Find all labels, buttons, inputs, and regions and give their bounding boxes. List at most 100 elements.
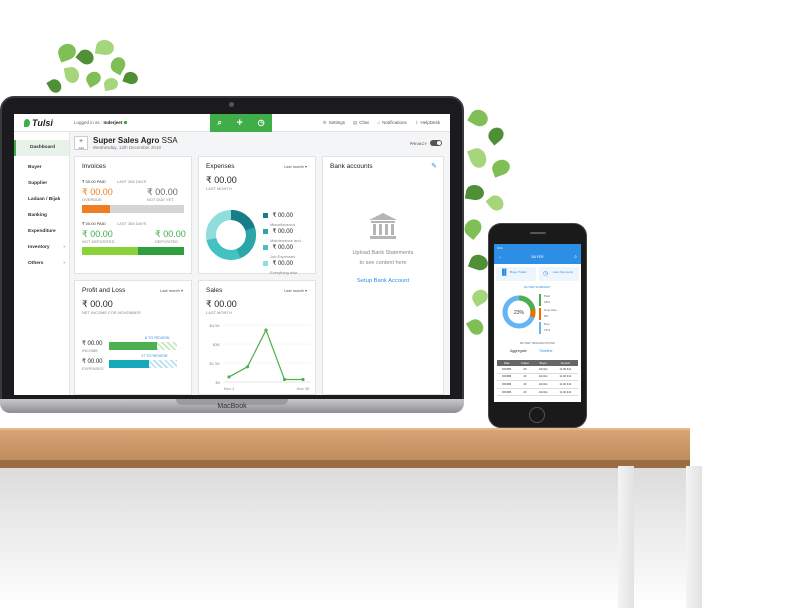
legend-label: Everything else xyxy=(270,270,298,275)
chat-link[interactable]: ▤ Chat xyxy=(353,120,369,126)
notdeposited-bar[interactable] xyxy=(82,247,138,255)
legend-swatch xyxy=(263,245,268,250)
sales-period-select[interactable]: Last month ▾ xyxy=(284,288,307,293)
desk-top xyxy=(0,428,690,462)
expenses-label-pl: EXPENSES xyxy=(82,366,104,371)
phone-screen: 9:41 ← BUYER ⌕ ▐▌ Buyer Totals ◷ Late Pa… xyxy=(494,244,581,402)
sidebar-item-label: Others xyxy=(28,261,44,266)
search-icon[interactable]: ⌕ xyxy=(217,119,221,127)
table-cell: DD/MM xyxy=(497,366,517,374)
sidebar-item-ladaan-bijak[interactable]: Ladaan / Bijak xyxy=(14,192,69,208)
profit-loss-period-select[interactable]: Last month ▾ xyxy=(160,288,183,293)
tab-timeline[interactable]: Timeline xyxy=(539,349,552,353)
sidebar-item-supplier[interactable]: Supplier xyxy=(14,176,69,192)
phone-status-time: 9:41 xyxy=(497,246,503,250)
sales-data-point[interactable] xyxy=(245,365,250,369)
buyer-summary-donut[interactable]: 23% xyxy=(501,294,537,330)
table-cell: 20 xyxy=(516,388,534,397)
table-cell: 20 xyxy=(516,380,534,389)
sales-data-point[interactable] xyxy=(264,328,268,332)
legend-label: Paid xyxy=(544,294,551,298)
sidebar-item-inventory[interactable]: Inventory › xyxy=(14,240,69,256)
phone-home-button[interactable] xyxy=(529,407,545,423)
table-cell: JohnSn xyxy=(533,380,553,389)
buyer-totals-tile[interactable]: ▐▌ Buyer Totals xyxy=(496,267,536,281)
sales-data-point[interactable] xyxy=(282,377,287,382)
clock-icon[interactable]: ◷ xyxy=(258,119,265,127)
sidebar-item-banking[interactable]: Banking xyxy=(14,208,69,224)
search-icon[interactable]: ⌕ xyxy=(574,254,577,260)
desk-edge xyxy=(0,460,690,468)
sales-data-point[interactable] xyxy=(227,375,231,379)
helpdesk-link[interactable]: ⇪ HelpDesk xyxy=(415,120,440,126)
table-row[interactable]: DD/MM 20 JohnSn 11,00,341 xyxy=(497,388,578,397)
sales-data-point[interactable] xyxy=(301,377,305,382)
expenses-card: Expenses Last month ▾ ₹ 00.00 LAST MONTH… xyxy=(198,156,316,275)
income-review-link[interactable]: 8 TO REVIEW xyxy=(145,336,169,340)
table-cell: JohnSn xyxy=(533,388,553,397)
buyer-summary-label: BUYER SUMMARY xyxy=(524,285,551,289)
sales-series-line xyxy=(228,328,303,381)
transactions-table: Date Crates Buyer Amount DD/MM 20 JohnSn… xyxy=(497,360,578,397)
sidebar: Dashboard Buyer Supplier Ladaan / Bijak … xyxy=(14,132,70,395)
late-payments-tile[interactable]: ◷ Late Payments xyxy=(539,267,579,281)
setup-bank-account-link[interactable]: Setup Bank Account xyxy=(323,278,443,284)
table-cell: 11,00,341 xyxy=(552,366,578,374)
bank-building-icon xyxy=(369,213,397,239)
y-tick-label: $1.5K xyxy=(210,361,221,366)
table-row[interactable]: DD/MM 20 JohnSn 11,00,341 xyxy=(497,373,578,382)
notdue-bar[interactable] xyxy=(110,205,184,213)
expenses-review-bar[interactable] xyxy=(149,360,177,368)
user-name: Inderjeet xyxy=(103,120,123,125)
chat-icon: ▤ xyxy=(353,120,358,125)
app-logo[interactable]: Tulsi xyxy=(24,118,53,128)
period-select-label: Last month xyxy=(284,164,304,169)
expenses-review-link[interactable]: 17 TO REVIEW xyxy=(141,354,167,358)
table-row[interactable]: DD/MM 20 JohnSn 11,00,341 xyxy=(497,380,578,389)
bank-message-line2: to see content here xyxy=(359,260,407,266)
laptop-screen: Tulsi Logged in as : Inderjeet ⌕ + ◷ ⚙ Se… xyxy=(14,114,450,395)
expenses-donut-chart[interactable] xyxy=(205,209,257,261)
net-income-amount: ₹ 00.00 xyxy=(82,299,113,309)
x-tick-label: Nov 1 xyxy=(224,386,235,391)
sales-line-chart[interactable]: $4.5K $3K $1.5K $0 Nov 1 Nov 30 xyxy=(199,321,317,393)
app-header: Tulsi Logged in as : Inderjeet ⌕ + ◷ ⚙ Se… xyxy=(14,114,450,132)
invoices-card: Invoices ₹ 00.00 PAID LAST 365 DAYS ₹ 00… xyxy=(74,156,192,274)
sidebar-item-expenditure[interactable]: Expenditure xyxy=(14,224,69,240)
expenses-period-select[interactable]: Last month ▾ xyxy=(284,164,307,169)
income-bar[interactable] xyxy=(109,342,157,350)
privacy-toggle[interactable]: PRIVACY xyxy=(410,140,442,146)
caret-down-icon: ▾ xyxy=(304,288,307,293)
sidebar-item-label: Supplier xyxy=(28,181,48,186)
table-cell: 11,00,341 xyxy=(552,388,578,397)
company-name-text: Super Sales Agro xyxy=(93,136,160,145)
edit-pencil-icon[interactable]: ✎ xyxy=(431,162,437,170)
overdue-bar[interactable] xyxy=(82,205,110,213)
plus-icon[interactable]: + xyxy=(237,117,243,129)
y-tick-label: $0 xyxy=(216,380,221,385)
deposited-bar[interactable] xyxy=(138,247,184,255)
sidebar-item-buyer[interactable]: Buyer xyxy=(14,160,69,176)
add-button[interactable]: + Add xyxy=(74,136,88,150)
tab-aggregate[interactable]: Aggregate xyxy=(510,349,527,353)
table-row[interactable]: DD/MM 20 JohnSn 11,00,341 xyxy=(497,366,578,374)
settings-link[interactable]: ⚙ Settings xyxy=(323,120,345,126)
legend-swatch xyxy=(539,322,541,334)
expenses-bar[interactable] xyxy=(109,360,149,368)
income-review-bar[interactable] xyxy=(157,342,177,350)
helpdesk-label: HelpDesk xyxy=(420,120,440,125)
company-name: Super Sales Agro SSA xyxy=(93,136,178,145)
notifications-link[interactable]: ♫ Notifications xyxy=(377,120,407,126)
sidebar-item-dashboard[interactable]: Dashboard xyxy=(14,140,69,156)
toggle-switch-icon xyxy=(430,140,442,146)
logged-in-prefix: Logged in as : xyxy=(74,120,103,125)
sidebar-item-others[interactable]: Others › xyxy=(14,256,69,272)
online-indicator-icon xyxy=(124,121,128,124)
table-cell: 11,00,341 xyxy=(552,373,578,382)
invoices-paid-2: ₹ 00.00 PAID xyxy=(82,221,106,226)
sales-card: Sales Last month ▾ ₹ 00.00 LAST MONTH $4… xyxy=(198,280,316,395)
legend-amount: ₹ 00.00 xyxy=(272,213,293,219)
legend-item: ₹ 00.00 Everything else xyxy=(263,252,297,275)
company-header: + Add Super Sales Agro SSA Wednesday, 12t… xyxy=(74,136,444,154)
table-shadow xyxy=(0,468,690,608)
